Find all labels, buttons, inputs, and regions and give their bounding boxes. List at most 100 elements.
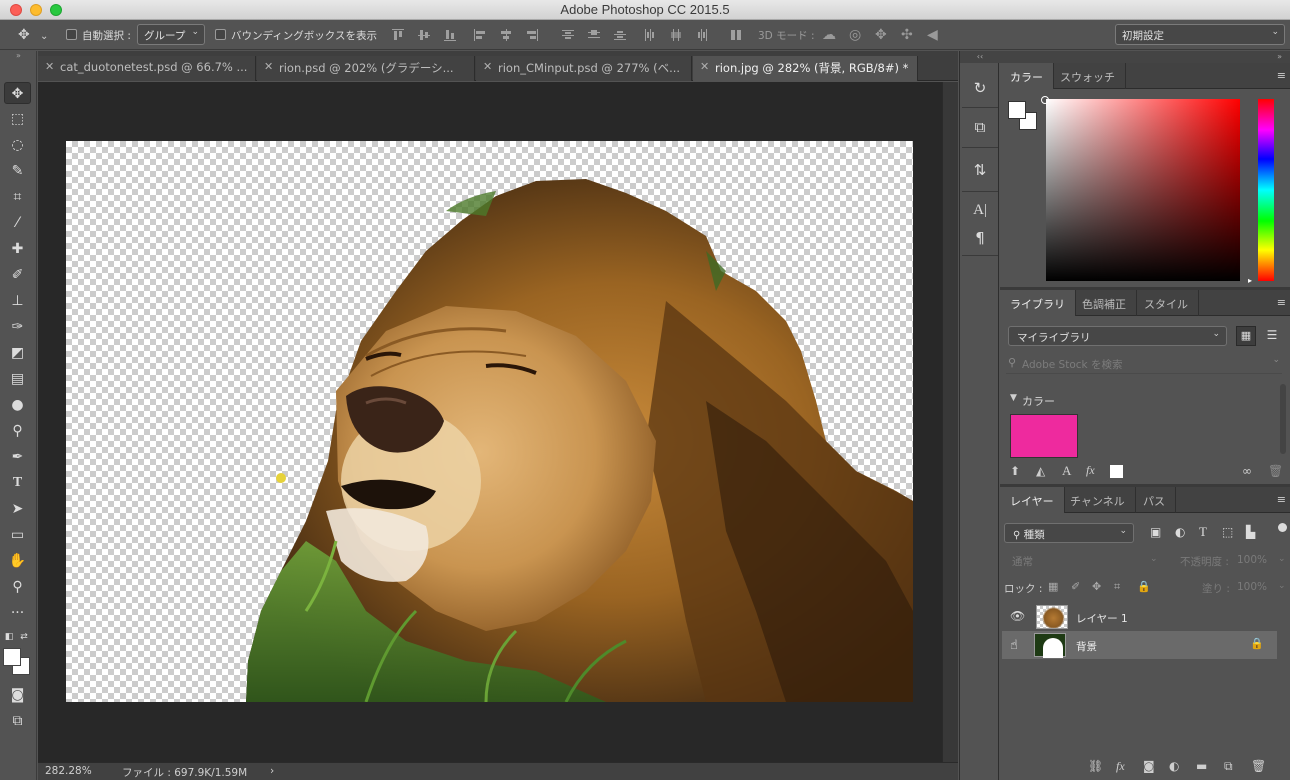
3d-scale-icon[interactable]: ◀ [927,27,938,43]
tab-cat-duotonetest[interactable]: ✕ cat_duotonetest.psd @ 66.7% ... [38,56,256,81]
tab-paths[interactable]: パス [1133,487,1176,513]
layer-filter-dropdown[interactable]: ⚲ 種類 ⌄ [1004,523,1134,543]
brush-tool-icon[interactable]: ✐ [4,264,31,286]
glyphs-panel-icon[interactable]: ⇅ [968,159,992,181]
document-canvas[interactable] [66,141,913,702]
tab-styles[interactable]: スタイル [1134,290,1199,316]
new-adjustment-layer-icon[interactable]: ◐ [1169,759,1179,773]
lock-position-icon[interactable]: ✥ [1092,580,1101,593]
close-tab-icon[interactable]: ✕ [483,60,492,73]
align-top-icon[interactable] [392,29,404,41]
history-panel-icon[interactable]: ↻ [968,77,992,99]
zoom-level[interactable]: 282.28% [45,765,92,777]
link-layers-icon[interactable]: ⛓ [1088,759,1103,773]
add-layer-style-icon[interactable]: fx [1086,463,1095,478]
tab-rion-psd[interactable]: ✕ rion.psd @ 202% (グラデーシ... [257,56,475,81]
3d-orbit-icon[interactable]: ☁ [822,27,836,43]
path-selection-tool-icon[interactable]: ➤ [4,498,31,520]
add-mask-icon[interactable]: ◙ [1143,759,1155,773]
healing-brush-tool-icon[interactable]: ✚ [4,238,31,260]
tab-rion-cminput[interactable]: ✕ rion_CMinput.psd @ 277% (ベ... [476,56,692,81]
tools-collapse-grip[interactable]: » [0,51,37,61]
panel-menu-icon[interactable]: ≡ [1277,296,1286,309]
distribute-bottom-icon[interactable] [614,29,626,41]
filter-toggle-icon[interactable] [1278,523,1287,532]
color-foreground-swatch[interactable] [1008,101,1026,119]
filter-smartobject-icon[interactable]: ▙ [1246,525,1255,539]
quick-select-tool-icon[interactable]: ✎ [4,160,31,182]
distribute-right-icon[interactable] [696,29,708,41]
clone-stamp-tool-icon[interactable]: ⊥ [4,290,31,312]
layer-row-layer1[interactable]: 👁 レイヤー 1 [1002,603,1277,631]
visibility-eye-icon[interactable]: 👁 [1010,609,1025,623]
tab-channels[interactable]: チャンネル [1060,487,1136,513]
pen-tool-icon[interactable]: ✒ [4,446,31,468]
eyedropper-tool-icon[interactable]: ⁄ [4,212,31,234]
opacity-value[interactable]: 100% [1237,554,1267,566]
grid-view-icon[interactable]: ▦ [1236,326,1256,346]
zoom-tool-icon[interactable]: ⚲ [4,576,31,598]
lock-artboard-icon[interactable]: ⌗ [1114,580,1120,594]
history-brush-tool-icon[interactable]: ✑ [4,316,31,338]
fill-value[interactable]: 100% [1237,581,1267,593]
add-color-icon[interactable] [1110,465,1123,478]
close-tab-icon[interactable]: ✕ [700,60,709,73]
auto-select-checkbox[interactable] [66,29,77,40]
status-menu-arrow[interactable]: › [270,765,274,777]
default-colors-icon[interactable]: ◧ [2,626,16,648]
layer-row-background[interactable]: ☝ 背景 🔒 [1002,631,1277,659]
filter-type-icon[interactable]: T [1199,524,1207,540]
quick-mask-icon[interactable]: ◙ [4,684,31,706]
library-scrollbar[interactable] [1280,384,1286,454]
move-tool-icon[interactable]: ✥ [4,82,31,104]
layer-name[interactable]: レイヤー 1 [1076,611,1128,626]
hue-slider-marker[interactable]: ▸ [1248,276,1252,285]
delete-layer-icon[interactable]: 🗑 [1251,759,1266,773]
move-tool-icon[interactable]: ✥ [18,27,30,43]
icon-strip-collapse-grip[interactable]: ‹‹ [960,51,1000,63]
filter-shape-icon[interactable]: ⬚ [1222,525,1233,539]
tool-preset-chevron-icon[interactable]: ⌄ [40,29,48,45]
foreground-color-swatch[interactable] [3,648,21,666]
color-picker-marker[interactable] [1041,96,1049,104]
lock-pixels-icon[interactable]: ✐ [1071,580,1080,593]
eraser-tool-icon[interactable]: ◩ [4,342,31,364]
add-graphic-icon[interactable]: ◭ [1036,464,1045,478]
tab-adjustments[interactable]: 色調補正 [1072,290,1137,316]
stock-search-field[interactable]: ⚲ Adobe Stock を検索 ⌄ [1006,354,1282,374]
library-dropdown[interactable]: マイライブラリ ⌄ [1008,326,1227,346]
creative-cloud-icon[interactable]: ∞ [1242,464,1252,478]
more-tools-icon[interactable]: ··· [4,602,31,624]
hand-tool-icon[interactable]: ✋ [4,550,31,572]
distribute-left-icon[interactable] [644,29,656,41]
align-bottom-icon[interactable] [444,29,456,41]
tab-swatches[interactable]: スウォッチ [1050,63,1126,89]
list-view-icon[interactable]: ☰ [1262,326,1282,346]
bounding-box-checkbox[interactable] [215,29,226,40]
gradient-tool-icon[interactable]: ▤ [4,368,31,390]
tab-rion-jpg[interactable]: ✕ rion.jpg @ 282% (背景, RGB/8#) * [693,56,918,81]
blend-mode-dropdown[interactable]: 通常 [1012,554,1033,569]
lasso-tool-icon[interactable]: ◌ [4,134,31,156]
chevron-down-icon[interactable]: ⌄ [1272,355,1280,365]
library-color-swatch[interactable] [1010,414,1078,458]
panel-menu-icon[interactable]: ≡ [1277,493,1286,506]
distribute-top-icon[interactable] [562,29,574,41]
screen-mode-icon[interactable]: ⧉ [4,710,31,732]
distribute-hcenter-icon[interactable] [670,29,682,41]
lock-all-icon[interactable]: 🔒 [1137,580,1151,593]
vertical-scrollbar[interactable] [942,82,958,762]
tab-layers[interactable]: レイヤー [1000,487,1065,513]
new-group-icon[interactable]: ▬ [1196,759,1207,773]
align-left-icon[interactable] [474,29,486,41]
swap-colors-icon[interactable]: ⇄ [17,626,31,648]
layer-name[interactable]: 背景 [1076,639,1097,654]
color-spectrum-field[interactable] [1046,99,1240,281]
character-panel-icon[interactable]: A| [968,199,992,221]
right-panels-collapse-grip[interactable]: » [1000,51,1290,63]
blur-tool-icon[interactable]: ● [4,394,31,416]
new-layer-icon[interactable]: ⧉ [1224,759,1233,774]
panel-menu-icon[interactable]: ≡ [1277,69,1286,82]
align-hcenter-icon[interactable] [500,29,512,41]
trash-icon[interactable]: 🗑 [1268,464,1283,478]
